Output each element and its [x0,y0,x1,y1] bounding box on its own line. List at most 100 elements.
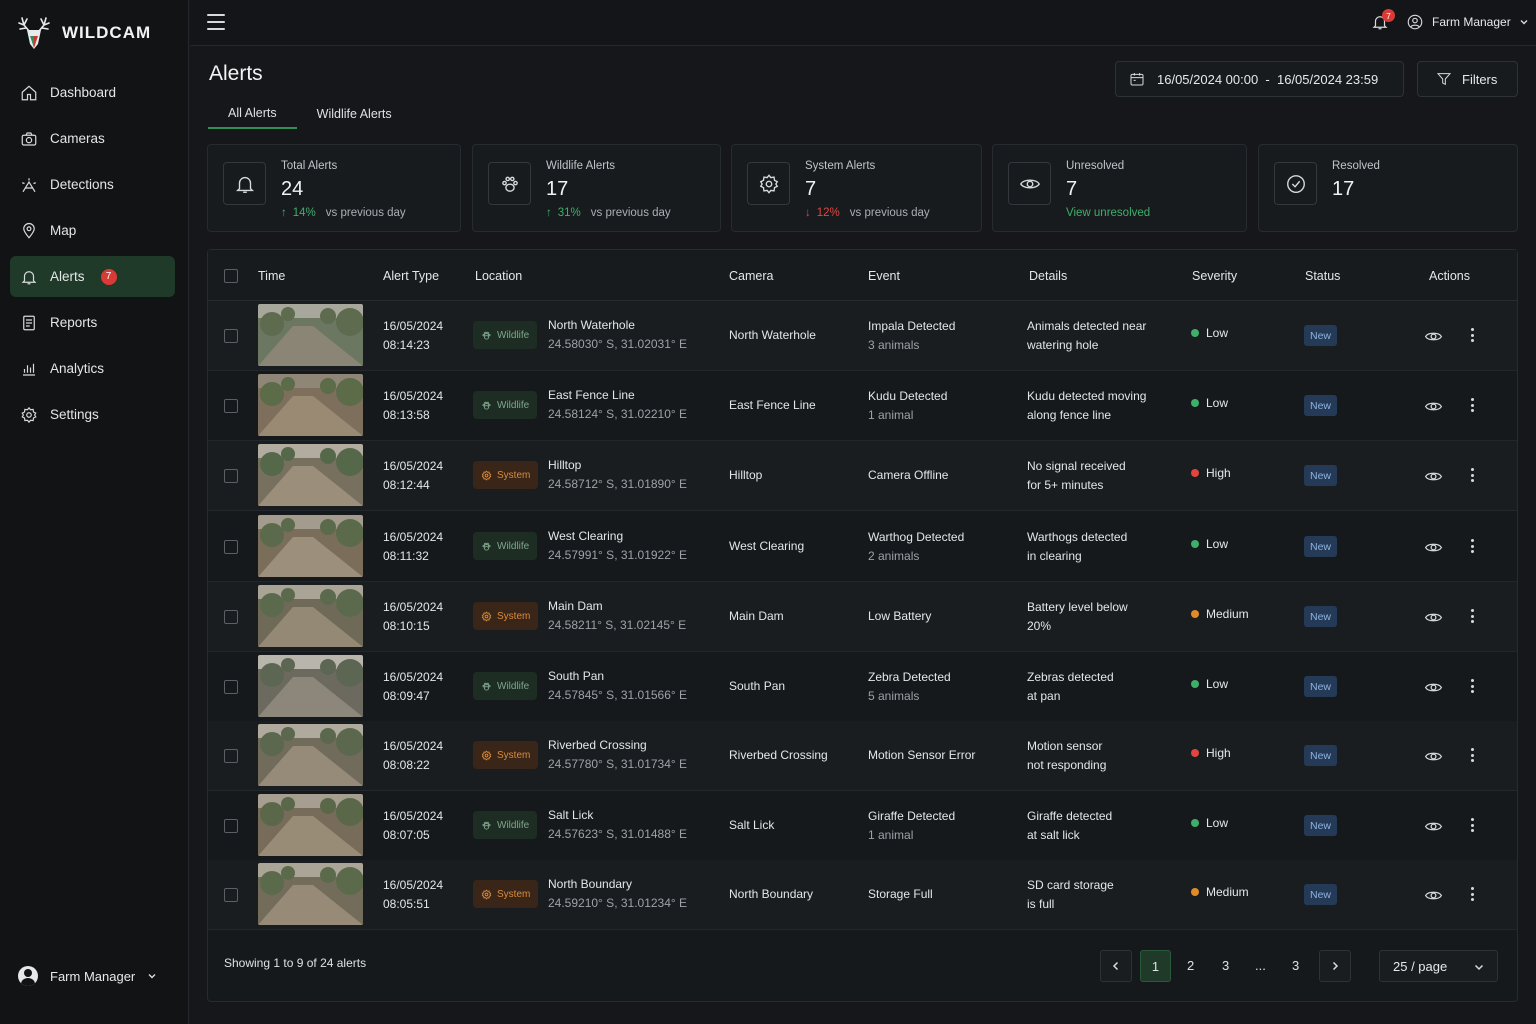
stat-trend: ↑ 14% vs previous day [281,207,406,219]
table-row[interactable]: 16/05/2024 08:11:32 Wildlife West Cleari… [208,512,1517,582]
camera-snapshot-thumbnail[interactable] [258,655,363,717]
alert-date: 16/05/2024 [383,809,444,823]
snapshot-image [258,794,363,856]
sidebar-item-dashboard[interactable]: Dashboard [10,72,175,113]
user-menu[interactable]: Farm Manager [1406,13,1529,31]
view-alert-button[interactable] [1424,538,1443,557]
severity-label: Medium [1206,885,1249,899]
camera-snapshot-thumbnail[interactable] [258,585,363,647]
severity-label: High [1206,466,1231,480]
row-more-actions-icon[interactable] [1471,679,1475,693]
page-button-last[interactable]: 3 [1292,958,1299,973]
view-alert-button[interactable] [1424,817,1443,836]
camera-snapshot-thumbnail[interactable] [258,515,363,577]
sidebar-item-cameras[interactable]: Cameras [10,118,175,159]
tab-wildlife-alerts[interactable]: Wildlife Alerts [297,98,412,129]
snapshot-image [258,585,363,647]
row-more-actions-icon[interactable] [1471,468,1475,482]
row-more-actions-icon[interactable] [1471,748,1475,762]
alert-date: 16/05/2024 [383,600,444,614]
table-row[interactable]: 16/05/2024 08:12:44 System Hilltop 24.58… [208,441,1517,511]
row-checkbox[interactable] [224,329,238,343]
row-more-actions-icon[interactable] [1471,539,1475,553]
page-button-1[interactable]: 1 [1140,950,1171,982]
table-row[interactable]: 16/05/2024 08:08:22 System Riverbed Cros… [208,721,1517,791]
prev-page-button[interactable] [1100,950,1132,982]
column-header-details[interactable]: Details [1029,269,1067,283]
table-row[interactable]: 16/05/2024 08:14:23 Wildlife North Water… [208,301,1517,371]
camera-snapshot-thumbnail[interactable] [258,374,363,436]
status-badge: New [1304,676,1338,697]
row-more-actions-icon[interactable] [1471,887,1475,901]
table-row[interactable]: 16/05/2024 08:10:15 System Main Dam 24.5… [208,582,1517,652]
trend-note: vs previous day [590,207,671,219]
row-more-actions-icon[interactable] [1471,398,1475,412]
camera-snapshot-thumbnail[interactable] [258,724,363,786]
camera-snapshot-thumbnail[interactable] [258,304,363,366]
camera-snapshot-thumbnail[interactable] [258,794,363,856]
tab-all-alerts[interactable]: All Alerts [208,98,297,129]
sidebar-item-analytics[interactable]: Analytics [10,348,175,389]
row-checkbox[interactable] [224,610,238,624]
sidebar-item-settings[interactable]: Settings [10,394,175,435]
page-size-select[interactable]: 25 / page [1379,950,1498,982]
table-row[interactable]: 16/05/2024 08:05:51 System North Boundar… [208,860,1517,930]
camera-snapshot-thumbnail[interactable] [258,863,363,925]
notifications-button[interactable]: 7 [1371,9,1395,33]
row-checkbox[interactable] [224,469,238,483]
column-header-alert-type[interactable]: Alert Type [383,269,439,283]
next-page-button[interactable] [1319,950,1351,982]
sidebar-item-reports[interactable]: Reports [10,302,175,343]
row-checkbox[interactable] [224,680,238,694]
select-all-checkbox[interactable] [224,269,238,283]
sidebar-item-map[interactable]: Map [10,210,175,251]
column-header-location[interactable]: Location [475,269,522,283]
sidebar-item-detections[interactable]: Detections [10,164,175,205]
camera-name: Salt Lick [729,818,775,832]
alert-type-label: Wildlife [497,819,530,831]
location-cell: North Waterhole 24.58030° S, 31.02031° E [548,316,687,354]
row-more-actions-icon[interactable] [1471,328,1475,342]
stat-value: 7 [805,178,817,200]
view-alert-button[interactable] [1424,678,1443,697]
menu-toggle-icon[interactable] [207,14,225,30]
row-more-actions-icon[interactable] [1471,609,1475,623]
alert-time: 16/05/2024 08:14:23 [383,317,443,355]
row-more-actions-icon[interactable] [1471,818,1475,832]
details-line-1: SD card storage [1027,878,1114,892]
row-checkbox[interactable] [224,888,238,902]
sidebar-user-menu[interactable]: Farm Manager [18,966,157,986]
row-checkbox[interactable] [224,749,238,763]
column-header-severity[interactable]: Severity [1192,269,1237,283]
sidebar-item-alerts[interactable]: Alerts 7 [10,256,175,297]
column-header-event[interactable]: Event [868,269,900,283]
row-checkbox[interactable] [224,540,238,554]
view-alert-button[interactable] [1424,608,1443,627]
row-checkbox[interactable] [224,399,238,413]
view-alert-button[interactable] [1424,747,1443,766]
camera-snapshot-thumbnail[interactable] [258,444,363,506]
row-checkbox[interactable] [224,819,238,833]
location-coords: 24.59210° S, 31.01234° E [548,896,688,910]
details-cell: Kudu detected moving along fence line [1027,387,1146,425]
view-alert-button[interactable] [1424,467,1443,486]
page-button-3[interactable]: 3 [1222,958,1229,973]
view-alert-button[interactable] [1424,327,1443,346]
table-row[interactable]: 16/05/2024 08:09:47 Wildlife South Pan 2… [208,652,1517,722]
filters-button[interactable]: Filters [1417,61,1518,97]
event-cell: Motion Sensor Error [868,746,975,765]
column-header-camera[interactable]: Camera [729,269,773,283]
column-header-status[interactable]: Status [1305,269,1340,283]
brand[interactable]: WILDCAM [16,14,151,52]
page-button-2[interactable]: 2 [1187,958,1194,973]
column-header-time[interactable]: Time [258,269,285,283]
view-unresolved-link[interactable]: View unresolved [1066,207,1150,219]
table-row[interactable]: 16/05/2024 08:13:58 Wildlife East Fence … [208,371,1517,441]
view-alert-button[interactable] [1424,886,1443,905]
location-cell: North Boundary 24.59210° S, 31.01234° E [548,875,687,913]
severity-indicator: High [1191,466,1231,480]
date-range-picker[interactable]: 16/05/2024 00:00 - 16/05/2024 23:59 [1115,61,1404,97]
table-row[interactable]: 16/05/2024 08:07:05 Wildlife Salt Lick 2… [208,791,1517,861]
view-alert-button[interactable] [1424,397,1443,416]
alert-type-label: Wildlife [497,329,530,341]
